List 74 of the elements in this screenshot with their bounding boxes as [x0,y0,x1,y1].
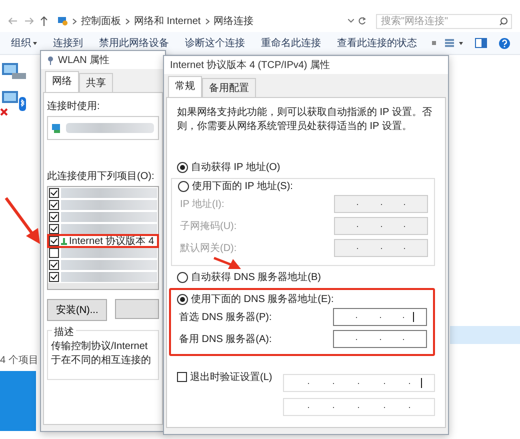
item-count: 4 个项目 [0,354,38,367]
toolbar-button[interactable]: 连接到 [46,35,90,51]
search-icon[interactable] [499,16,508,26]
checkbox[interactable] [49,272,59,282]
radio-button[interactable] [178,180,189,192]
caret-icon[interactable] [459,42,463,44]
ip-address-field[interactable] [333,330,427,348]
radio-label[interactable]: 自动获得 DNS 服务器地址(B) [191,270,321,284]
description-text: 如果网络支持此功能，则可以获取自动指派的 IP 设置。否则，你需要从网络系统管理员处获得适当的 IP 设置。 [177,106,433,134]
field-label: 首选 DNS 服务器(P): [179,310,272,324]
field-label: 备用 DNS 服务器(A): [179,333,272,346]
refresh-icon[interactable] [358,17,366,25]
selection-highlight [450,326,520,344]
checkbox[interactable] [49,188,59,198]
chevron-icon [204,18,210,24]
checkbox[interactable] [49,236,59,246]
protocol-icon [61,238,67,244]
blurred-patch [115,299,159,319]
field-label: 子网掩码(U): [180,220,237,233]
chevron-icon [125,18,130,24]
view-options-icon[interactable] [445,39,454,47]
scroll-bar[interactable] [48,283,158,289]
input-field[interactable] [283,398,435,416]
breadcrumb-item[interactable]: 网络连接 [214,14,254,28]
checkbox[interactable] [49,224,59,234]
ip-address-field[interactable] [334,239,428,257]
toolbar-button[interactable]: 查看此连接的状态 [330,35,424,51]
toolbar-button[interactable]: 禁用此网络设备 [92,35,176,51]
field-label: 连接时使用: [47,100,100,113]
address-bar[interactable]: 控制面板 网络和 Internet 网络连接 [54,14,370,28]
input-field[interactable] [283,374,435,392]
toolbar-button[interactable]: 重命名此连接 [254,35,328,51]
list-item[interactable]: Internet 协议版本 4 [69,234,154,248]
dialog-title: Internet 协议版本 4 (TCP/IPv4) 属性 [170,58,330,72]
group-title: 描述 [52,325,76,339]
description-text: 于在不同的相互连接的 [51,354,152,367]
description-text: 传输控制协议/Internet [51,340,149,353]
dialog-title: WLAN 属性 [58,54,110,67]
pointer-arrow [212,256,242,270]
search-field[interactable]: 搜索"网络连接" [376,14,512,28]
adapter-icon [52,124,62,132]
checkbox[interactable] [49,212,59,222]
radio-label[interactable]: 自动获得 IP 地址(O) [191,160,280,174]
field-label: 此连接使用下列项目(O): [47,170,154,183]
field-label: IP 地址(I): [180,198,224,211]
tab[interactable]: 备用配置 [202,78,256,97]
toolbar-button[interactable]: 诊断这个连接 [178,35,252,51]
ip-address-field[interactable] [334,217,428,235]
breadcrumb-item[interactable]: 网络和 Internet [134,14,201,28]
field-label: 默认网关(D): [180,242,237,255]
dropdown-icon[interactable] [348,19,354,23]
checkbox-label[interactable]: 退出时验证设置(L) [190,370,272,384]
preview-pane-icon[interactable] [475,38,487,48]
install-button[interactable]: 安装(N)... [47,299,108,321]
checkbox[interactable] [49,200,59,210]
tab[interactable]: 共享 [79,73,113,92]
up-icon[interactable] [40,16,48,26]
radio-button[interactable] [177,162,188,172]
selection-highlight [0,371,36,431]
checkbox[interactable] [49,248,59,258]
control-panel-icon [58,16,68,26]
radio-label[interactable]: 使用下面的 DNS 服务器地址(E): [191,292,334,306]
tab[interactable]: 网络 [45,71,79,92]
radio-label[interactable]: 使用下面的 IP 地址(S): [192,179,293,193]
checkbox[interactable] [49,260,59,270]
checkbox[interactable] [177,372,187,382]
tab[interactable]: 常规 [168,76,202,97]
ip-address-field[interactable] [334,195,428,213]
ip-address-field[interactable] [333,308,427,326]
radio-button[interactable] [177,294,188,304]
chevron-icon [72,18,77,24]
radio-button[interactable] [177,272,188,282]
help-icon[interactable] [499,38,510,48]
breadcrumb-item[interactable]: 控制面板 [81,14,121,28]
